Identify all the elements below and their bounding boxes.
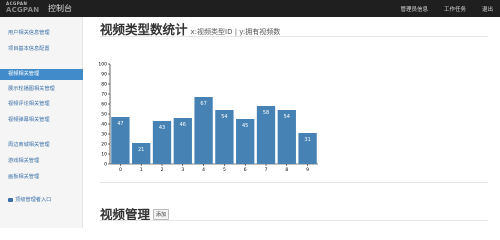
y-tick-label: 40 xyxy=(101,122,107,128)
y-tick-label: 90 xyxy=(101,72,107,78)
sidebar-item-project-config[interactable]: 项目基本信息配置 xyxy=(0,44,83,55)
y-tick-label: 10 xyxy=(101,152,107,158)
sidebar-item-danmaku[interactable]: 视频弹幕相关管理 xyxy=(0,115,83,126)
nav-work-tasks[interactable]: 工作任务 xyxy=(444,5,466,13)
sidebar-item-videos[interactable]: 视频相关管理 xyxy=(0,69,83,80)
section2-divider xyxy=(100,220,488,221)
bar-value-label: 54 xyxy=(221,114,227,120)
top-nav-links: 管理员信息 工作任务 退出 xyxy=(384,0,500,17)
x-tick-label: 5 xyxy=(223,167,226,173)
bar-value-label: 46 xyxy=(180,122,186,128)
brand-logo[interactable]: ACGPAN ACGPAN xyxy=(6,1,44,16)
bar-value-label: 47 xyxy=(117,121,123,127)
y-tick-label: 60 xyxy=(101,102,107,108)
nav-admin-info[interactable]: 管理员信息 xyxy=(400,5,428,13)
page-title-text: 视频类型数统计 xyxy=(100,22,188,37)
x-tick-label: 2 xyxy=(161,167,164,173)
x-tick-label: 6 xyxy=(244,167,247,173)
logo-bottom-text: ACGPAN xyxy=(6,6,40,14)
sidebar: 用户相关信息管理 项目基本信息配置 视频相关管理 展示轮播图相关管理 视频评论相… xyxy=(0,17,83,228)
sidebar-item-comments[interactable]: 视频评论相关管理 xyxy=(0,99,83,110)
bar-value-label: 67 xyxy=(200,101,206,107)
y-tick-label: 100 xyxy=(98,62,107,68)
sidebar-item-carousel[interactable]: 展示轮播图相关管理 xyxy=(0,84,83,95)
add-video-button[interactable]: 添加 xyxy=(153,209,170,220)
y-tick-label: 70 xyxy=(101,92,107,98)
x-tick-label: 7 xyxy=(265,167,268,173)
app-title[interactable]: 控制台 xyxy=(48,3,72,14)
y-tick-label: 50 xyxy=(101,112,107,118)
bar-value-label: 58 xyxy=(263,110,269,116)
x-tick-label: 8 xyxy=(285,167,288,173)
sidebar-item-drawing-board[interactable]: 画板相关管理 xyxy=(0,172,83,183)
main-content: 视频类型数统计 x:视频类型ID | y:拥有视频数 0 10 20 30 40 50 60 7… xyxy=(83,17,500,228)
x-tick-label: 4 xyxy=(202,167,205,173)
nav-logout[interactable]: 退出 xyxy=(482,5,493,13)
bar xyxy=(194,97,213,164)
x-tick-label: 0 xyxy=(119,167,122,173)
lock-icon xyxy=(8,197,13,202)
sidebar-item-users[interactable]: 用户相关信息管理 xyxy=(0,28,83,39)
y-tick-label: 20 xyxy=(101,142,107,148)
section-divider xyxy=(100,182,488,183)
bar-value-label: 54 xyxy=(284,114,290,120)
video-type-bar-chart: 0102030405060708090100470211432463674545… xyxy=(98,62,318,173)
top-navbar: ACGPAN ACGPAN 控制台 管理员信息 工作任务 退出 xyxy=(0,0,500,17)
x-tick-label: 1 xyxy=(140,167,143,173)
y-tick-label: 30 xyxy=(101,132,107,138)
bar-value-label: 43 xyxy=(159,125,165,131)
bar-value-label: 31 xyxy=(304,137,310,143)
sidebar-footer-label: 顶级管理者入口 xyxy=(15,197,52,203)
sidebar-item-superadmin[interactable]: 顶级管理者入口 xyxy=(0,195,83,206)
sidebar-item-games[interactable]: 游戏相关管理 xyxy=(0,156,83,167)
y-tick-label: 80 xyxy=(101,82,107,88)
y-tick-label: 0 xyxy=(104,162,107,168)
bar-value-label: 45 xyxy=(242,123,248,129)
title-divider xyxy=(100,36,488,37)
x-tick-label: 3 xyxy=(181,167,184,173)
page-subtitle: x:视频类型ID | y:拥有视频数 xyxy=(190,28,281,36)
x-tick-label: 9 xyxy=(306,167,309,173)
sidebar-item-shop[interactable]: 周边商城相关管理 xyxy=(0,140,83,151)
bar-value-label: 21 xyxy=(138,147,144,153)
